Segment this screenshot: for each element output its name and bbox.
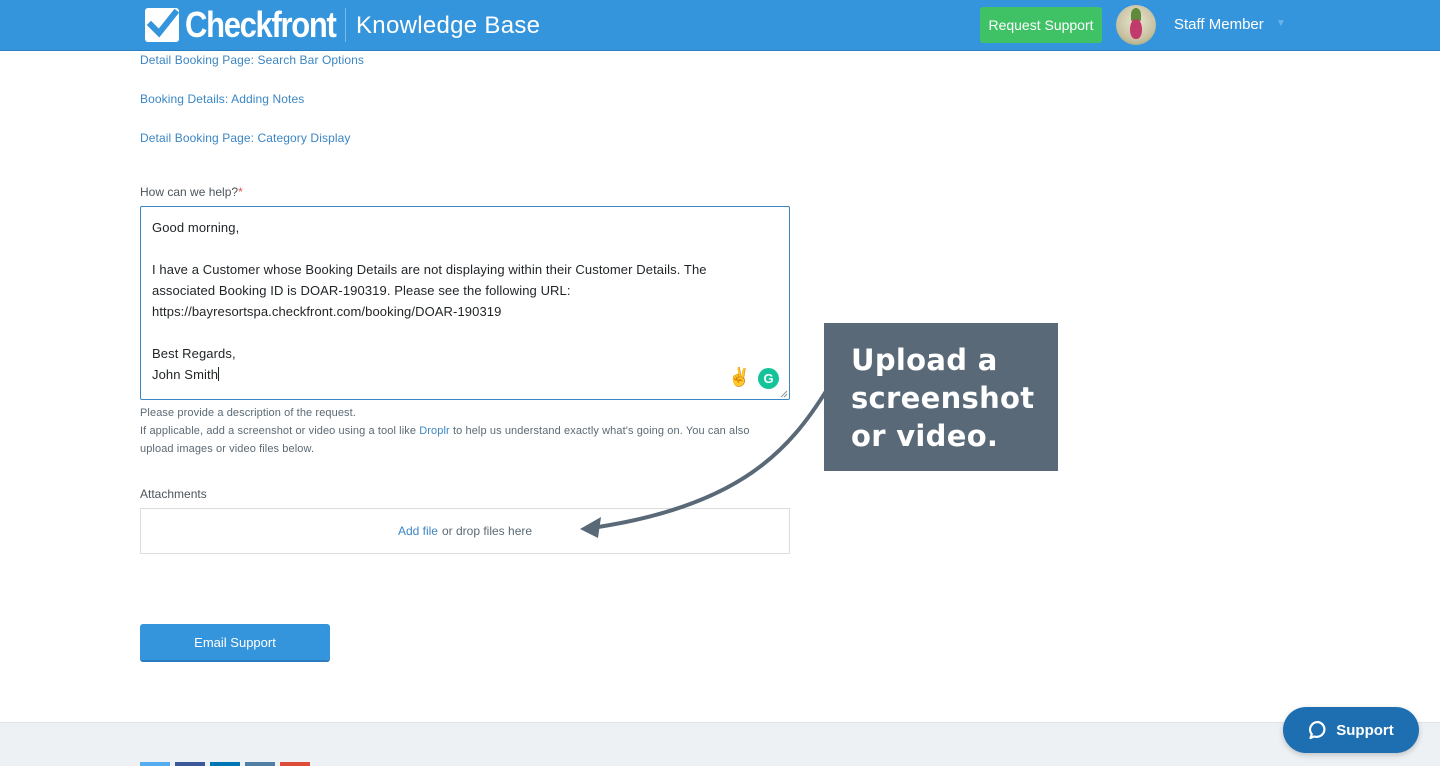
email-support-button[interactable]: Email Support [140,624,330,662]
youtube-icon[interactable] [280,762,310,766]
support-chat-button[interactable]: Support [1283,707,1419,753]
annotation-callout: Upload a screenshot or video. [824,323,1058,471]
drop-files-text: or drop files here [441,524,533,538]
peace-hand-icon[interactable]: ✌ [728,367,750,388]
support-chat-label: Support [1336,721,1394,739]
top-nav-bar: Checkfront Knowledge Base Request Suppor… [0,0,1440,51]
help-field-label: How can we help?* [140,185,243,199]
related-article-link[interactable]: Detail Booking Page: Category Display [140,131,350,145]
avatar-beet [1130,19,1142,39]
grammarly-icon[interactable]: G [758,368,779,389]
message-line: https://bayresortspa.checkfront.com/book… [152,304,502,319]
callout-line: screenshot [851,381,1035,415]
file-dropzone[interactable]: Add file or drop files here [140,508,790,554]
message-last-line: John Smith [152,367,220,382]
related-article-link[interactable]: Detail Booking Page: Search Bar Options [140,53,364,67]
message-line: Best Regards, [152,346,236,361]
callout-line: or video. [851,419,999,453]
checkfront-logo[interactable]: Checkfront [145,4,360,45]
message-line: Good morning, [152,220,240,235]
chat-bubble-icon [1309,720,1326,740]
twitter-icon[interactable] [140,762,170,766]
logo-checkmark-icon [145,8,179,42]
help-label-text: How can we help? [140,185,239,199]
callout-line: Upload a [851,343,998,377]
related-article-link[interactable]: Booking Details: Adding Notes [140,92,304,106]
logo-wordmark: Checkfront [185,4,337,45]
instagram-icon[interactable] [245,762,275,766]
page-footer [0,722,1440,766]
message-textarea[interactable]: Good morning, I have a Customer whose Bo… [140,206,790,400]
chevron-down-icon[interactable]: ▼ [1276,18,1286,29]
request-support-button[interactable]: Request Support [980,7,1102,43]
message-line: I have a Customer whose Booking Details … [152,262,707,277]
attachments-label: Attachments [140,487,207,501]
droplr-link[interactable]: Droplr [419,425,450,437]
required-asterisk: * [238,185,243,199]
add-file-link[interactable]: Add file [398,524,438,538]
logo-divider [345,8,346,42]
avatar[interactable] [1116,5,1156,45]
resize-handle-icon[interactable] [780,390,788,398]
message-line-text: John Smith [152,367,219,382]
help-text-suffix: to help us understand exactly what's goi… [449,425,750,437]
help-text: Please provide a description of the requ… [140,407,356,419]
text-cursor [218,367,220,381]
help-text: upload images or video files below. [140,443,315,455]
user-menu-name[interactable]: Staff Member [1174,16,1264,33]
facebook-icon[interactable] [175,762,205,766]
help-text-prefix: If applicable, add a screenshot or video… [140,425,420,437]
linkedin-icon[interactable] [210,762,240,766]
message-line: associated Booking ID is DOAR-190319. Pl… [152,283,571,298]
site-title[interactable]: Knowledge Base [356,12,540,40]
help-text: If applicable, add a screenshot or video… [140,425,750,437]
